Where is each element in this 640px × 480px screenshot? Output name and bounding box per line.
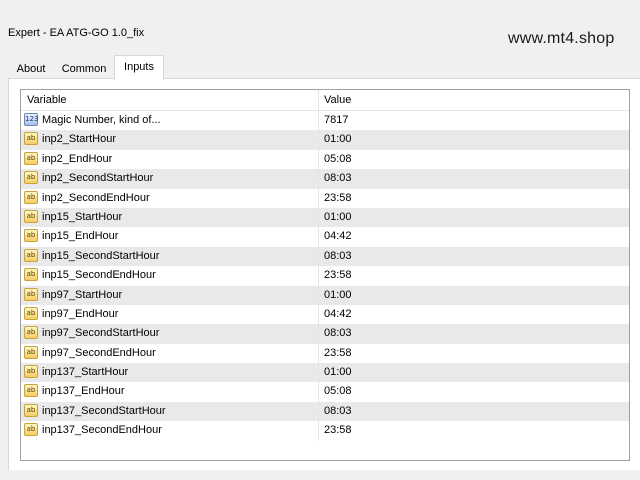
table-row[interactable]: ab inp2_SecondEndHour 23:58: [21, 188, 629, 208]
column-divider[interactable]: [318, 90, 319, 111]
cell-divider: [318, 285, 319, 305]
variable-name: inp2_SecondStartHour: [42, 172, 154, 185]
cell-divider: [318, 227, 319, 247]
variable-value[interactable]: 01:00: [324, 289, 352, 301]
variable-value[interactable]: 01:00: [324, 211, 352, 223]
variable-value[interactable]: 04:42: [324, 230, 352, 242]
tab-inputs[interactable]: Inputs: [114, 55, 164, 80]
variable-name: inp15_SecondEndHour: [42, 269, 156, 282]
cell-divider: [318, 266, 319, 286]
string-icon: ab: [24, 384, 38, 398]
string-icon: ab: [24, 365, 38, 379]
variable-value[interactable]: 01:00: [324, 366, 352, 378]
string-icon: ab: [24, 171, 38, 185]
variable-name: inp15_SecondStartHour: [42, 249, 160, 262]
variable-value[interactable]: 08:03: [324, 172, 352, 184]
grid-header: Variable Value: [21, 90, 629, 111]
variable-name: inp15_EndHour: [42, 230, 119, 243]
table-row[interactable]: 123 Magic Number, kind of... 7817: [21, 111, 629, 131]
table-row[interactable]: ab inp15_SecondStartHour 08:03: [21, 246, 629, 267]
string-icon: ab: [24, 248, 38, 262]
inputs-panel: Variable Value 123 Magic Number, kind of.…: [8, 78, 640, 470]
cell-divider: [318, 149, 319, 170]
cell-divider: [318, 246, 319, 267]
string-icon: ab: [24, 268, 38, 282]
table-row[interactable]: ab inp15_EndHour 04:42: [21, 227, 629, 247]
inputs-grid: Variable Value 123 Magic Number, kind of.…: [20, 89, 630, 461]
variable-name: inp97_EndHour: [42, 307, 119, 320]
cell-divider: [318, 382, 319, 402]
column-header-value[interactable]: Value: [324, 94, 351, 106]
title-bar: Expert - EA ATG-GO 1.0_fix www.mt4.shop: [0, 0, 640, 52]
string-icon: ab: [24, 345, 38, 359]
variable-name: inp137_SecondStartHour: [42, 404, 166, 417]
table-row[interactable]: ab inp15_StartHour 01:00: [21, 207, 629, 228]
table-row[interactable]: ab inp97_SecondStartHour 08:03: [21, 324, 629, 344]
variable-name: Magic Number, kind of...: [42, 114, 161, 126]
string-icon: ab: [24, 326, 38, 340]
variable-value[interactable]: 7817: [324, 114, 348, 126]
variable-value[interactable]: 08:03: [324, 250, 352, 262]
variable-value[interactable]: 08:03: [324, 405, 352, 417]
variable-name: inp15_StartHour: [42, 210, 123, 223]
variable-value[interactable]: 23:58: [324, 192, 352, 204]
cell-divider: [318, 363, 319, 383]
variable-name: inp137_EndHour: [42, 385, 125, 398]
variable-value[interactable]: 23:58: [324, 269, 352, 281]
table-row[interactable]: ab inp137_SecondEndHour 23:58: [21, 421, 629, 441]
table-row[interactable]: ab inp137_StartHour 01:00: [21, 363, 629, 383]
cell-divider: [318, 304, 319, 325]
string-icon: ab: [24, 190, 38, 204]
window-title: Expert - EA ATG-GO 1.0_fix: [8, 27, 145, 39]
variable-name: inp2_StartHour: [42, 133, 116, 146]
variable-value[interactable]: 01:00: [324, 133, 352, 145]
variable-name: inp97_SecondStartHour: [42, 327, 160, 340]
table-row[interactable]: ab inp137_EndHour 05:08: [21, 382, 629, 402]
string-icon: ab: [24, 132, 38, 146]
table-row[interactable]: ab inp97_EndHour 04:42: [21, 304, 629, 325]
table-row[interactable]: ab inp2_SecondStartHour 08:03: [21, 169, 629, 189]
cell-divider: [318, 401, 319, 422]
variable-value[interactable]: 05:08: [324, 153, 352, 165]
string-icon: ab: [24, 287, 38, 301]
tab-bar: About Common Inputs: [8, 55, 638, 80]
table-row[interactable]: ab inp2_StartHour 01:00: [21, 130, 629, 150]
cell-divider: [318, 111, 319, 131]
string-icon: ab: [24, 403, 38, 417]
table-row[interactable]: ab inp137_SecondStartHour 08:03: [21, 401, 629, 422]
string-icon: ab: [24, 423, 38, 437]
variable-name: inp97_StartHour: [42, 288, 123, 301]
table-row[interactable]: ab inp15_SecondEndHour 23:58: [21, 266, 629, 286]
column-header-variable[interactable]: Variable: [27, 94, 67, 106]
tab-common[interactable]: Common: [54, 59, 114, 79]
variable-value[interactable]: 23:58: [324, 347, 352, 359]
variable-name: inp2_SecondEndHour: [42, 191, 150, 204]
cell-divider: [318, 207, 319, 228]
string-icon: ab: [24, 306, 38, 320]
variable-name: inp2_EndHour: [42, 152, 113, 165]
string-icon: ab: [24, 209, 38, 223]
table-row[interactable]: ab inp97_SecondEndHour 23:58: [21, 343, 629, 364]
string-icon: ab: [24, 151, 38, 165]
tab-about[interactable]: About: [8, 59, 54, 79]
variable-value[interactable]: 05:08: [324, 385, 352, 397]
cell-divider: [318, 343, 319, 364]
variable-value[interactable]: 04:42: [324, 308, 352, 320]
table-row[interactable]: ab inp97_StartHour 01:00: [21, 285, 629, 305]
cell-divider: [318, 324, 319, 344]
variable-value[interactable]: 23:58: [324, 424, 352, 436]
cell-divider: [318, 130, 319, 150]
grid-rows: 123 Magic Number, kind of... 7817 ab inp2_St…: [21, 111, 629, 441]
cell-divider: [318, 421, 319, 441]
cell-divider: [318, 188, 319, 208]
cell-divider: [318, 169, 319, 189]
string-icon: ab: [24, 229, 38, 243]
variable-name: inp97_SecondEndHour: [42, 346, 156, 359]
variable-value[interactable]: 08:03: [324, 327, 352, 339]
variable-name: inp137_SecondEndHour: [42, 424, 162, 437]
table-row[interactable]: ab inp2_EndHour 05:08: [21, 149, 629, 170]
number-icon: 123: [24, 113, 38, 126]
variable-name: inp137_StartHour: [42, 366, 129, 379]
watermark-text: www.mt4.shop: [508, 30, 615, 47]
